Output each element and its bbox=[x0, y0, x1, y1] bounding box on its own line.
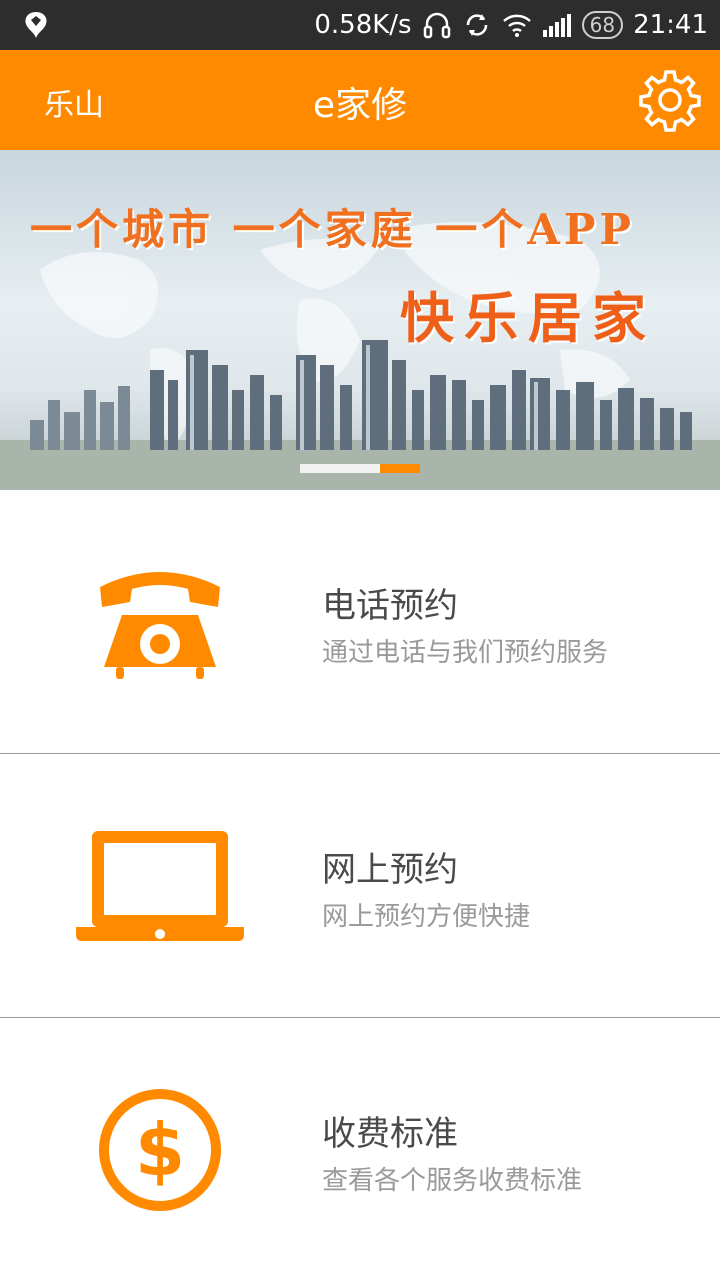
menu-item-subtitle: 通过电话与我们预约服务 bbox=[322, 638, 609, 668]
menu-item-subtitle: 查看各个服务收费标准 bbox=[322, 1166, 583, 1196]
signal-icon bbox=[542, 12, 572, 38]
dollar-icon: $ bbox=[60, 1075, 260, 1225]
headset-icon bbox=[422, 10, 452, 40]
app-notification-icon bbox=[22, 10, 50, 40]
carousel-dot[interactable] bbox=[300, 464, 340, 473]
banner-carousel[interactable]: 一个城市 一个家庭 一个APP 快乐居家 bbox=[0, 150, 720, 490]
wifi-icon bbox=[502, 12, 532, 38]
app-title: e家修 bbox=[312, 85, 408, 126]
sync-icon bbox=[462, 10, 492, 40]
gear-icon[interactable] bbox=[638, 68, 702, 132]
menu-item-title: 电话预约 bbox=[322, 586, 458, 626]
banner-slogan: 一个城市 一个家庭 一个APP bbox=[30, 205, 635, 254]
menu-item-title: 收费标准 bbox=[322, 1114, 458, 1154]
network-speed: 0.58K/s bbox=[314, 10, 412, 40]
battery-icon: 68 bbox=[581, 11, 624, 39]
app-bar: 乐山 e家修 bbox=[0, 50, 720, 150]
menu-item-online-booking[interactable]: 网上预约 网上预约方便快捷 bbox=[0, 754, 720, 1018]
laptop-icon bbox=[60, 811, 260, 961]
carousel-dot-active[interactable] bbox=[380, 464, 420, 473]
clock: 21:41 bbox=[633, 10, 708, 40]
menu-item-phone-booking[interactable]: 电话预约 通过电话与我们预约服务 bbox=[0, 490, 720, 754]
svg-text:$: $ bbox=[135, 1108, 185, 1192]
menu-item-pricing[interactable]: $ 收费标准 查看各个服务收费标准 bbox=[0, 1018, 720, 1282]
menu-item-title: 网上预约 bbox=[322, 850, 458, 890]
banner-headline: 快乐居家 bbox=[400, 286, 656, 350]
telephone-icon bbox=[60, 547, 260, 697]
carousel-dot[interactable] bbox=[340, 464, 380, 473]
carousel-indicator bbox=[300, 464, 420, 473]
status-bar: 0.58K/s 68 21:41 bbox=[0, 0, 720, 50]
menu-item-subtitle: 网上预约方便快捷 bbox=[322, 902, 531, 932]
